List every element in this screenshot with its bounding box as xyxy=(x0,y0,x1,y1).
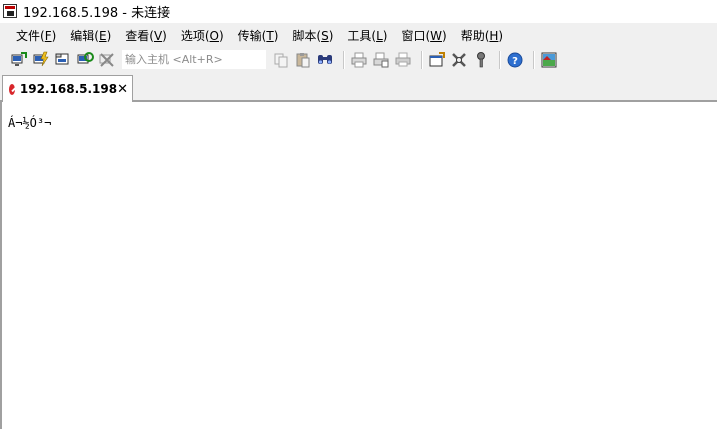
menu-file[interactable]: 文件(F) xyxy=(8,27,62,44)
help-icon: ? xyxy=(507,52,523,67)
menu-view-label: 查看( xyxy=(125,28,154,43)
copy-icon xyxy=(274,53,288,67)
menu-tools-close: ) xyxy=(382,28,388,43)
connect-in-tab-icon xyxy=(55,53,69,64)
disconnect-button[interactable] xyxy=(98,51,116,69)
terminal-area[interactable]: Á¬½Ó³¬ xyxy=(0,102,717,429)
disconnect-icon xyxy=(99,52,114,67)
menu-bar: 文件(F) 编辑(E) 查看(V) 选项(O) 传输(T) 脚本(S) 工具(L… xyxy=(0,23,717,47)
menu-edit-close: ) xyxy=(106,28,112,43)
menu-window-close: ) xyxy=(442,28,447,43)
disconnected-status-icon xyxy=(9,83,15,95)
help-button[interactable]: ? xyxy=(506,51,524,69)
app-icon[interactable] xyxy=(3,4,17,18)
menu-transfer-label: 传输( xyxy=(237,28,267,43)
print-icon xyxy=(395,52,411,66)
menu-tools-label: 工具( xyxy=(347,28,377,43)
svg-text:?: ? xyxy=(512,56,518,67)
global-options-button[interactable] xyxy=(450,51,468,69)
find-button[interactable] xyxy=(316,51,334,69)
menu-script-close: ) xyxy=(328,28,334,43)
connect-button[interactable] xyxy=(10,51,28,69)
keymap-icon xyxy=(477,51,485,67)
menu-edit-label: 编辑( xyxy=(70,28,99,43)
menu-options-accel: O xyxy=(209,28,219,43)
sftp-icon xyxy=(541,52,557,67)
print-button[interactable] xyxy=(394,51,412,69)
terminal-line: Á¬½Ó³¬ xyxy=(8,116,52,130)
keymap-button[interactable] xyxy=(472,51,490,69)
print-selection-button[interactable] xyxy=(372,51,390,69)
menu-options-label: 选项( xyxy=(180,28,210,43)
session-tab[interactable]: 192.168.5.198 ✕ xyxy=(2,75,133,102)
connect-in-tab-button[interactable] xyxy=(54,51,72,69)
session-options-icon xyxy=(429,51,445,66)
menu-file-accel: F xyxy=(44,28,52,43)
paste-button[interactable] xyxy=(294,51,312,69)
menu-script[interactable]: 脚本(S) xyxy=(284,27,339,44)
menu-options[interactable]: 选项(O) xyxy=(173,27,230,44)
toolbar-separator xyxy=(499,50,501,69)
quick-connect-button[interactable] xyxy=(32,51,50,69)
menu-script-label: 脚本( xyxy=(292,28,322,43)
menu-file-close: ) xyxy=(51,28,57,43)
reconnect-button[interactable] xyxy=(76,51,94,69)
menu-view-close: ) xyxy=(162,28,167,43)
menu-transfer-close: ) xyxy=(273,28,279,43)
host-input[interactable] xyxy=(122,50,266,69)
toolbar-separator xyxy=(533,50,535,69)
session-options-button[interactable] xyxy=(428,51,446,69)
sftp-button[interactable] xyxy=(540,51,558,69)
menu-window-accel: W xyxy=(430,28,443,43)
window-title: 192.168.5.198 - 未连接 xyxy=(23,5,171,21)
menu-file-label: 文件( xyxy=(16,28,45,43)
global-options-icon xyxy=(452,52,466,67)
menu-edit[interactable]: 编辑(E) xyxy=(62,27,117,44)
menu-script-accel: S xyxy=(321,28,329,43)
toolbar-separator xyxy=(421,50,423,69)
menu-edit-accel: E xyxy=(98,28,107,43)
menu-help[interactable]: 帮助(H) xyxy=(453,27,509,44)
close-icon[interactable]: ✕ xyxy=(117,81,128,97)
paste-icon xyxy=(296,52,310,67)
menu-transfer[interactable]: 传输(T) xyxy=(230,27,285,44)
menu-view-accel: V xyxy=(153,28,163,43)
toolbar-separator xyxy=(343,50,345,69)
menu-tools-accel: L xyxy=(376,28,383,43)
menu-help-label: 帮助( xyxy=(460,28,490,43)
print-setup-button[interactable] xyxy=(350,51,368,69)
connect-icon xyxy=(11,51,27,66)
copy-button[interactable] xyxy=(272,51,290,69)
menu-transfer-accel: T xyxy=(266,28,274,43)
find-icon xyxy=(318,54,332,64)
reconnect-icon xyxy=(77,51,94,63)
quick-connect-icon xyxy=(33,51,49,66)
print-selection-icon xyxy=(373,52,389,67)
menu-tools[interactable]: 工具(L) xyxy=(339,27,393,44)
menu-window[interactable]: 窗口(W) xyxy=(393,27,452,44)
session-tab-label: 192.168.5.198 xyxy=(19,82,118,96)
app-window: 192.168.5.198 - 未连接 文件(F) 编辑(E) 查看(V) 选项… xyxy=(0,0,717,429)
toolbar: ? xyxy=(0,47,717,72)
print-setup-icon xyxy=(351,52,367,67)
menu-view[interactable]: 查看(V) xyxy=(117,27,173,44)
menu-help-close: ) xyxy=(498,28,504,43)
title-bar: 192.168.5.198 - 未连接 xyxy=(0,0,717,22)
session-tab-strip: 192.168.5.198 ✕ xyxy=(0,72,717,102)
menu-options-close: ) xyxy=(218,28,224,43)
menu-window-label: 窗口( xyxy=(401,28,431,43)
